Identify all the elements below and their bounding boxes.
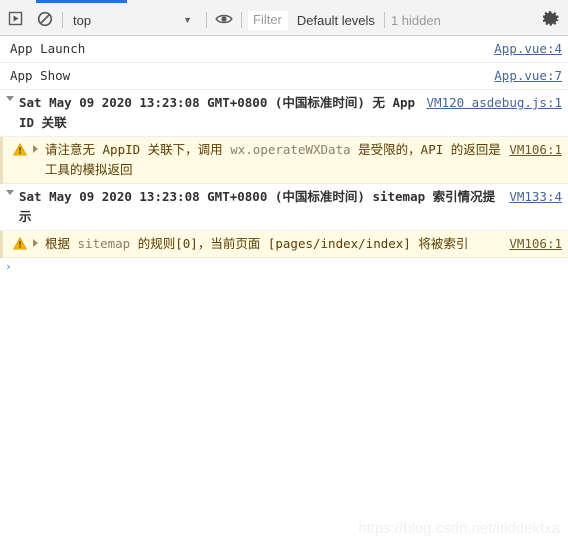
source-link[interactable]: VM133:4 (509, 187, 562, 207)
message-text: 根据 sitemap 的规则[0]，当前页面 [pages/index/inde… (45, 234, 562, 254)
watermark: https://blog.csdn.net/itkfdektxa (358, 520, 560, 537)
triangle-down-icon[interactable] (6, 96, 14, 101)
source-link[interactable]: App.vue:7 (494, 66, 562, 86)
message-code-token: wx.operateWXData (230, 142, 351, 157)
settings-button[interactable] (540, 9, 562, 31)
gear-icon (541, 10, 560, 30)
message-text: App Launch (10, 41, 86, 56)
console-message-log[interactable]: App.vue:4 App Launch (0, 36, 568, 63)
console-toolbar: top ▼ Filter Default levels 1 hidden (0, 5, 568, 36)
message-text-before: 根据 (45, 236, 78, 251)
tab-strip (0, 0, 568, 5)
warning-triangle-icon (12, 142, 28, 156)
play-in-box-icon (8, 11, 23, 29)
execution-context-value: top (73, 12, 92, 28)
message-text: Sat May 09 2020 13:23:08 GMT+0800 (中国标准时… (19, 189, 496, 224)
expand-arrow-icon[interactable] (33, 145, 38, 153)
filter-input[interactable]: Filter (248, 10, 288, 30)
toolbar-divider-3 (241, 12, 242, 28)
eye-icon (215, 12, 233, 29)
execution-context-selector[interactable]: top ▼ (69, 10, 192, 30)
console-message-group-header[interactable]: VM133:4 Sat May 09 2020 13:23:08 GMT+080… (0, 184, 568, 231)
live-expression-button[interactable] (213, 9, 235, 31)
message-text: 请注意无 AppID 关联下，调用 wx.operateWXData 是受限的，… (45, 140, 562, 180)
source-link[interactable]: VM106:1 (509, 140, 562, 160)
toolbar-divider-2 (206, 12, 207, 28)
console-message-log[interactable]: App.vue:7 App Show (0, 63, 568, 90)
source-link[interactable]: VM106:1 (509, 234, 562, 254)
message-text: App Show (10, 68, 71, 83)
log-levels-dropdown[interactable]: Default levels (297, 13, 375, 28)
console-prompt[interactable]: › (0, 258, 568, 279)
source-link[interactable]: App.vue:4 (494, 39, 562, 59)
chevron-down-icon: ▼ (183, 14, 192, 25)
console-message-warning[interactable]: VM106:1 根据 sitemap 的规则[0]，当前页面 [pages/in… (0, 231, 568, 258)
console-message-list: App.vue:4 App Launch App.vue:7 App Show … (0, 36, 568, 279)
expand-arrow-icon[interactable] (33, 239, 38, 247)
clear-console-button[interactable] (34, 9, 56, 31)
source-link[interactable]: VM120 asdebug.js:1 (427, 93, 562, 113)
prompt-chevron-icon: › (5, 260, 12, 273)
active-tab-indicator (36, 0, 127, 3)
message-code-token: sitemap (77, 236, 131, 251)
toolbar-divider-4 (383, 12, 385, 28)
message-text-after: 的规则[0]，当前页面 [pages/index/index] 将被索引 (130, 236, 469, 251)
clear-console-icon (37, 11, 53, 30)
hidden-messages-count: 1 hidden (390, 12, 441, 28)
triangle-down-icon[interactable] (6, 190, 14, 195)
console-message-warning[interactable]: VM106:1 请注意无 AppID 关联下，调用 wx.operateWXDa… (0, 137, 568, 184)
message-text-before: 请注意无 AppID 关联下，调用 (45, 142, 231, 157)
console-message-group-header[interactable]: VM120 asdebug.js:1 Sat May 09 2020 13:23… (0, 90, 568, 137)
warning-triangle-icon (12, 236, 28, 250)
toolbar-divider-1 (62, 12, 63, 28)
execute-button[interactable] (4, 9, 26, 31)
